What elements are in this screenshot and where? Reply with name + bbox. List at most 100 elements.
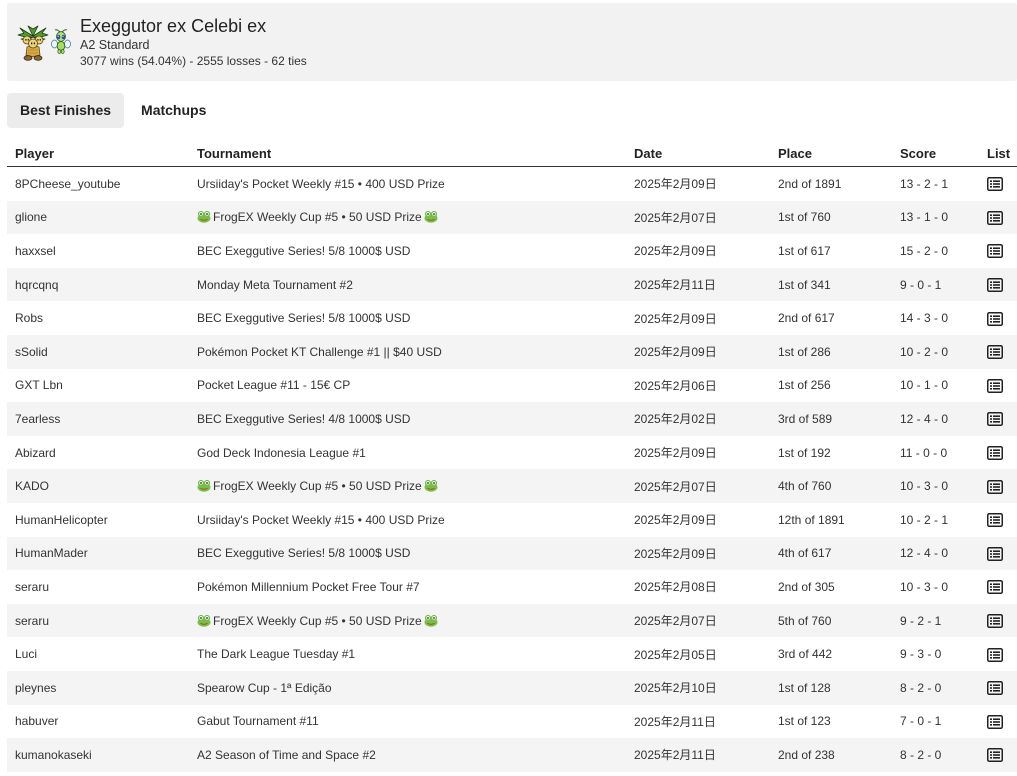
decklist-icon[interactable]: [987, 244, 1003, 259]
tab-best-finishes[interactable]: Best Finishes: [7, 93, 125, 128]
table-row: HumanHelicopter Ursiiday's Pocket Weekly …: [7, 503, 1017, 537]
tournament-link[interactable]: Pokémon Millennium Pocket Free Tour #7: [197, 580, 420, 594]
player-link[interactable]: seraru: [15, 580, 49, 594]
date-cell: 2025年2月09日: [626, 301, 770, 335]
decklist-icon[interactable]: [987, 647, 1003, 662]
tournament-link[interactable]: Ursiiday's Pocket Weekly #15 • 400 USD P…: [197, 513, 445, 527]
decklist-icon[interactable]: [987, 378, 1003, 393]
list-cell: [979, 436, 1017, 470]
player-cell: habuver: [7, 705, 189, 739]
player-cell: 8PCheese_youtube: [7, 167, 189, 201]
player-link[interactable]: Luci: [15, 647, 37, 661]
list-cell: [979, 334, 1017, 369]
tournament-cell: God Deck Indonesia League #1: [189, 436, 626, 470]
date-cell: 2025年2月10日: [626, 670, 770, 705]
player-link[interactable]: KADO: [15, 479, 49, 493]
place-cell: 1st of 192: [770, 436, 892, 470]
player-link[interactable]: HumanHelicopter: [15, 513, 108, 527]
tournament-name: God Deck Indonesia League #1: [197, 445, 366, 460]
date-cell: 2025年2月11日: [626, 738, 770, 772]
frog-icon: [197, 614, 211, 627]
date-cell: 2025年2月08日: [626, 570, 770, 604]
player-link[interactable]: haxxsel: [15, 244, 56, 258]
tournament-link[interactable]: BEC Exeggutive Series! 5/8 1000$ USD: [197, 546, 410, 560]
score: 13 - 1 - 0: [900, 210, 949, 225]
tournament-link[interactable]: Monday Meta Tournament #2: [197, 278, 353, 292]
tournament-link[interactable]: BEC Exeggutive Series! 5/8 1000$ USD: [197, 311, 410, 325]
player-cell: Abizard: [7, 436, 189, 470]
tournament-link[interactable]: FrogEX Weekly Cup #5 • 50 USD Prize: [197, 479, 438, 493]
decklist-icon[interactable]: [987, 546, 1003, 561]
player-link[interactable]: hqrcqnq: [15, 278, 58, 292]
tournament-link[interactable]: The Dark League Tuesday #1: [197, 647, 355, 661]
date-cell: 2025年2月07日: [626, 603, 770, 638]
tournament-link[interactable]: A2 Season of Time and Space #2: [197, 748, 376, 762]
tournament-link[interactable]: Pokémon Pocket KT Challenge #1 || $40 US…: [197, 345, 442, 359]
player-link[interactable]: sSolid: [15, 345, 48, 359]
decklist-icon[interactable]: [987, 748, 1003, 763]
player-link[interactable]: seraru: [15, 614, 49, 628]
exeggutor-sprite: [17, 25, 49, 61]
deck-format: A2 Standard: [80, 38, 150, 52]
tournament-link[interactable]: Pocket League #11 - 15€ CP: [197, 378, 350, 392]
table-row: KADO FrogEX Weekly Cup #5 • 50 USD Prize 2…: [7, 469, 1017, 503]
player-link[interactable]: 8PCheese_youtube: [15, 177, 120, 191]
list-cell: [979, 603, 1017, 638]
player-link[interactable]: pleynes: [15, 681, 56, 695]
score: 8 - 2 - 0: [900, 680, 942, 695]
score: 10 - 1 - 0: [900, 378, 949, 393]
tournament-name: Pokémon Millennium Pocket Free Tour #7: [197, 579, 420, 594]
placement: 1st of 192: [778, 445, 831, 460]
player-link[interactable]: kumanokaseki: [15, 748, 92, 762]
tournament-link[interactable]: Spearow Cup - 1ª Edição: [197, 681, 332, 695]
score-cell: 9 - 0 - 1: [892, 267, 979, 302]
decklist-icon[interactable]: [987, 412, 1003, 427]
decklist-icon[interactable]: [987, 681, 1003, 696]
date: 2025年2月09日: [634, 446, 717, 461]
score-cell: 9 - 3 - 0: [892, 637, 979, 671]
decklist-icon[interactable]: [987, 580, 1003, 595]
place-cell: 4th of 617: [770, 536, 892, 571]
decklist-icon[interactable]: [987, 210, 1003, 225]
decklist-icon[interactable]: [987, 513, 1003, 528]
column-header-list: List: [979, 140, 1017, 167]
player-link[interactable]: Robs: [15, 311, 43, 325]
tournament-link[interactable]: BEC Exeggutive Series! 4/8 1000$ USD: [197, 412, 410, 426]
player-link[interactable]: habuver: [15, 714, 58, 728]
decklist-icon[interactable]: [987, 714, 1003, 729]
decklist-icon[interactable]: [987, 177, 1003, 192]
score: 15 - 2 - 0: [900, 243, 949, 258]
tournament-link[interactable]: FrogEX Weekly Cup #5 • 50 USD Prize: [197, 210, 438, 224]
place-cell: 4th of 760: [770, 469, 892, 503]
decklist-icon[interactable]: [987, 345, 1003, 360]
score: 9 - 0 - 1: [900, 277, 942, 292]
tab-matchups[interactable]: Matchups: [124, 93, 219, 128]
player-link[interactable]: 7earless: [15, 412, 60, 426]
player-link[interactable]: HumanMader: [15, 546, 88, 560]
date: 2025年2月05日: [634, 647, 717, 662]
tournament-name: A2 Season of Time and Space #2: [197, 747, 376, 762]
score-cell: 12 - 4 - 0: [892, 536, 979, 571]
list-cell: [979, 570, 1017, 604]
tournament-link[interactable]: BEC Exeggutive Series! 5/8 1000$ USD: [197, 244, 410, 258]
table-row: 8PCheese_youtube Ursiiday's Pocket Weekly…: [7, 167, 1017, 201]
date-cell: 2025年2月07日: [626, 200, 770, 235]
column-header-date: Date: [626, 140, 770, 167]
decklist-icon[interactable]: [987, 479, 1003, 494]
tournament-link[interactable]: Ursiiday's Pocket Weekly #15 • 400 USD P…: [197, 177, 445, 191]
tournament-cell: BEC Exeggutive Series! 4/8 1000$ USD: [189, 402, 626, 436]
player-link[interactable]: GXT Lbn: [15, 378, 63, 392]
decklist-icon[interactable]: [987, 277, 1003, 292]
decklist-icon[interactable]: [987, 445, 1003, 460]
score: 9 - 3 - 0: [900, 647, 942, 662]
tournament-link[interactable]: FrogEX Weekly Cup #5 • 50 USD Prize: [197, 614, 438, 628]
placement: 3rd of 589: [778, 411, 833, 426]
player-link[interactable]: Abizard: [15, 446, 56, 460]
decklist-icon[interactable]: [987, 311, 1003, 326]
celebi-sprite: [51, 29, 71, 55]
tournament-link[interactable]: Gabut Tournament #11: [197, 714, 319, 728]
tournament-link[interactable]: God Deck Indonesia League #1: [197, 446, 366, 460]
list-cell: [979, 637, 1017, 671]
decklist-icon[interactable]: [987, 613, 1003, 628]
player-link[interactable]: glione: [15, 210, 47, 224]
